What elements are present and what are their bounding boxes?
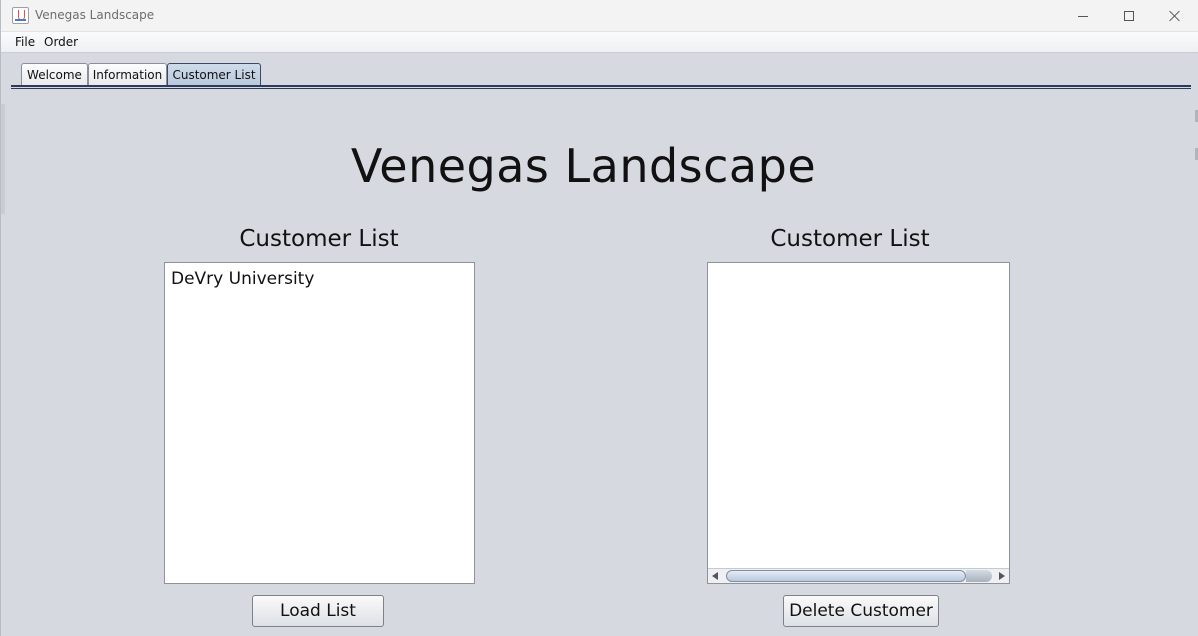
scroll-right-icon[interactable]: [999, 572, 1005, 580]
close-button[interactable]: [1152, 0, 1198, 32]
left-list-label: Customer List: [239, 226, 399, 252]
load-list-button[interactable]: Load List: [252, 595, 384, 627]
minimize-icon: [1078, 15, 1088, 17]
minimize-button[interactable]: [1060, 0, 1106, 32]
close-icon: [1169, 10, 1181, 22]
scroll-thumb-end: [966, 570, 992, 582]
delete-customer-button[interactable]: Delete Customer: [783, 595, 939, 627]
list-item[interactable]: DeVry University: [171, 269, 314, 289]
scroll-left-icon[interactable]: [712, 572, 718, 580]
scroll-thumb[interactable]: [726, 570, 966, 582]
customer-list-left[interactable]: DeVry University: [164, 262, 475, 584]
tab-divider: [11, 85, 1191, 89]
menu-order[interactable]: Order: [44, 35, 78, 49]
maximize-icon: [1124, 11, 1134, 21]
tab-information[interactable]: Information: [88, 63, 167, 86]
tab-customer-list[interactable]: Customer List: [167, 63, 261, 86]
page-title: Venegas Landscape: [350, 139, 817, 193]
customer-list-right[interactable]: [707, 262, 1010, 584]
menu-file[interactable]: File: [15, 35, 35, 49]
background-window-edge: [1, 104, 5, 214]
app-window: Venegas Landscape File Order Welcome Inf…: [0, 0, 1198, 636]
right-list-label: Customer List: [770, 226, 930, 252]
maximize-button[interactable]: [1106, 0, 1152, 32]
menu-bar: File Order: [1, 32, 1198, 53]
horizontal-scrollbar[interactable]: [708, 568, 1009, 583]
window-title: Venegas Landscape: [35, 8, 155, 22]
title-bar[interactable]: Venegas Landscape: [1, 0, 1198, 32]
tab-welcome[interactable]: Welcome: [21, 63, 88, 86]
java-app-icon: [12, 7, 29, 24]
